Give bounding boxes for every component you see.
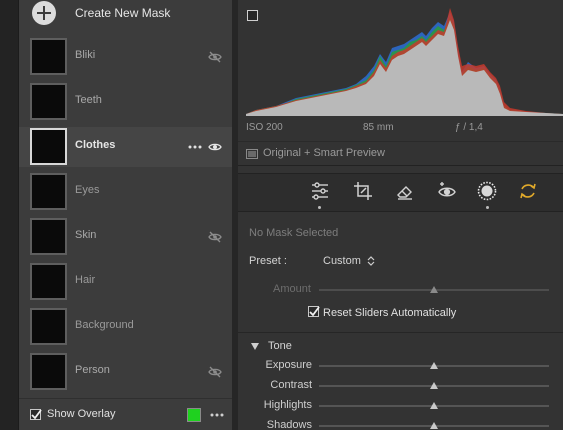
- eye-slash-icon[interactable]: [208, 365, 222, 379]
- reset-sliders-label: Reset Sliders Automatically: [323, 307, 457, 319]
- mask-item-label: Eyes: [75, 184, 100, 196]
- aperture-readout: ƒ / 1,4: [455, 122, 483, 133]
- mask-thumbnail[interactable]: [30, 353, 67, 390]
- masks-panel: Create New Mask Bliki Teeth Clothes Eyes…: [19, 0, 232, 430]
- show-overlay-checkbox[interactable]: [30, 409, 42, 420]
- active-tool-dot: [318, 206, 321, 209]
- eraser-icon[interactable]: [394, 180, 416, 202]
- crop-icon[interactable]: [352, 180, 374, 202]
- mask-item-label: Person: [75, 364, 110, 376]
- mask-item-person[interactable]: Person: [19, 352, 232, 392]
- eye-slash-icon[interactable]: [208, 230, 222, 244]
- collapse-triangle-icon[interactable]: [251, 343, 259, 350]
- iso-readout: ISO 200: [246, 122, 283, 133]
- reset-sliders-checkbox[interactable]: [308, 306, 320, 317]
- tone-section: Tone Exposure Contrast Highlights Shadow…: [238, 332, 563, 430]
- masking-icon[interactable]: [476, 180, 498, 202]
- mask-thumbnail[interactable]: [30, 83, 67, 120]
- mask-item-hair[interactable]: Hair: [19, 262, 232, 302]
- smart-preview-icon: [246, 149, 258, 159]
- mask-item-eyes[interactable]: Eyes: [19, 172, 232, 212]
- redeye-icon[interactable]: [436, 180, 458, 202]
- sliders-icon[interactable]: [309, 180, 331, 202]
- plus-icon[interactable]: [32, 1, 56, 25]
- shadows-label: Shadows: [266, 419, 312, 430]
- amount-label: Amount: [273, 283, 311, 295]
- no-mask-selected-label: No Mask Selected: [249, 227, 339, 239]
- show-overlay-row: Show Overlay: [19, 398, 232, 430]
- mask-item-teeth[interactable]: Teeth: [19, 82, 232, 122]
- highlights-slider-thumb[interactable]: [430, 402, 438, 409]
- contrast-label: Contrast: [270, 379, 312, 391]
- mask-item-label: Skin: [75, 229, 97, 241]
- more-options-icon[interactable]: [209, 408, 225, 422]
- checkmark-icon: [31, 409, 42, 420]
- checkmark-icon: [309, 306, 320, 317]
- mask-thumbnail[interactable]: [30, 218, 67, 255]
- mask-item-skin[interactable]: Skin: [19, 217, 232, 257]
- mask-item-bliki[interactable]: Bliki: [19, 37, 232, 77]
- preset-dropdown[interactable]: Custom: [323, 255, 361, 267]
- show-overlay-label: Show Overlay: [47, 408, 116, 420]
- eye-icon[interactable]: [208, 140, 222, 154]
- mask-item-clothes[interactable]: Clothes: [19, 127, 232, 167]
- shadow-clipping-toggle[interactable]: [247, 10, 258, 21]
- edit-tools-toolbar: [238, 173, 563, 212]
- eye-slash-icon[interactable]: [208, 50, 222, 64]
- mask-settings-panel: No Mask Selected Preset : Custom Amount …: [238, 214, 563, 332]
- left-edge-strip: [0, 0, 19, 430]
- exposure-slider-thumb[interactable]: [430, 362, 438, 369]
- contrast-slider-thumb[interactable]: [430, 382, 438, 389]
- active-tool-dot: [486, 206, 489, 209]
- updown-caret-icon[interactable]: [367, 255, 375, 267]
- reset-icon[interactable]: [517, 180, 539, 202]
- mask-thumbnail[interactable]: [30, 38, 67, 75]
- focal-length-readout: 85 mm: [363, 122, 394, 133]
- highlights-label: Highlights: [263, 399, 312, 411]
- tone-section-title[interactable]: Tone: [268, 340, 292, 352]
- create-new-mask-label: Create New Mask: [75, 6, 171, 20]
- mask-item-label: Teeth: [75, 94, 102, 106]
- develop-right-panel: ISO 200 85 mm ƒ / 1,4 Original + Smart P…: [238, 0, 563, 430]
- mask-thumbnail[interactable]: [30, 128, 67, 165]
- mask-item-label: Hair: [75, 274, 96, 286]
- mask-item-label: Background: [75, 319, 134, 331]
- mask-thumbnail[interactable]: [30, 263, 67, 300]
- mask-thumbnail[interactable]: [30, 308, 67, 345]
- more-options-icon[interactable]: [187, 140, 203, 154]
- mask-thumbnail[interactable]: [30, 173, 67, 210]
- mask-item-background[interactable]: Background: [19, 307, 232, 347]
- create-new-mask-button[interactable]: Create New Mask: [19, 0, 232, 28]
- preset-label: Preset :: [249, 255, 287, 267]
- histogram-graph[interactable]: [246, 6, 563, 116]
- divider: [238, 141, 563, 142]
- mask-item-label: Bliki: [75, 49, 96, 61]
- exposure-label: Exposure: [265, 359, 312, 371]
- shadows-slider-thumb[interactable]: [430, 422, 438, 429]
- overlay-color-swatch[interactable]: [187, 408, 201, 422]
- amount-slider-thumb[interactable]: [430, 286, 438, 293]
- preview-status-label: Original + Smart Preview: [263, 147, 385, 159]
- histogram-panel: ISO 200 85 mm ƒ / 1,4 Original + Smart P…: [238, 0, 563, 166]
- mask-item-label: Clothes: [75, 139, 116, 151]
